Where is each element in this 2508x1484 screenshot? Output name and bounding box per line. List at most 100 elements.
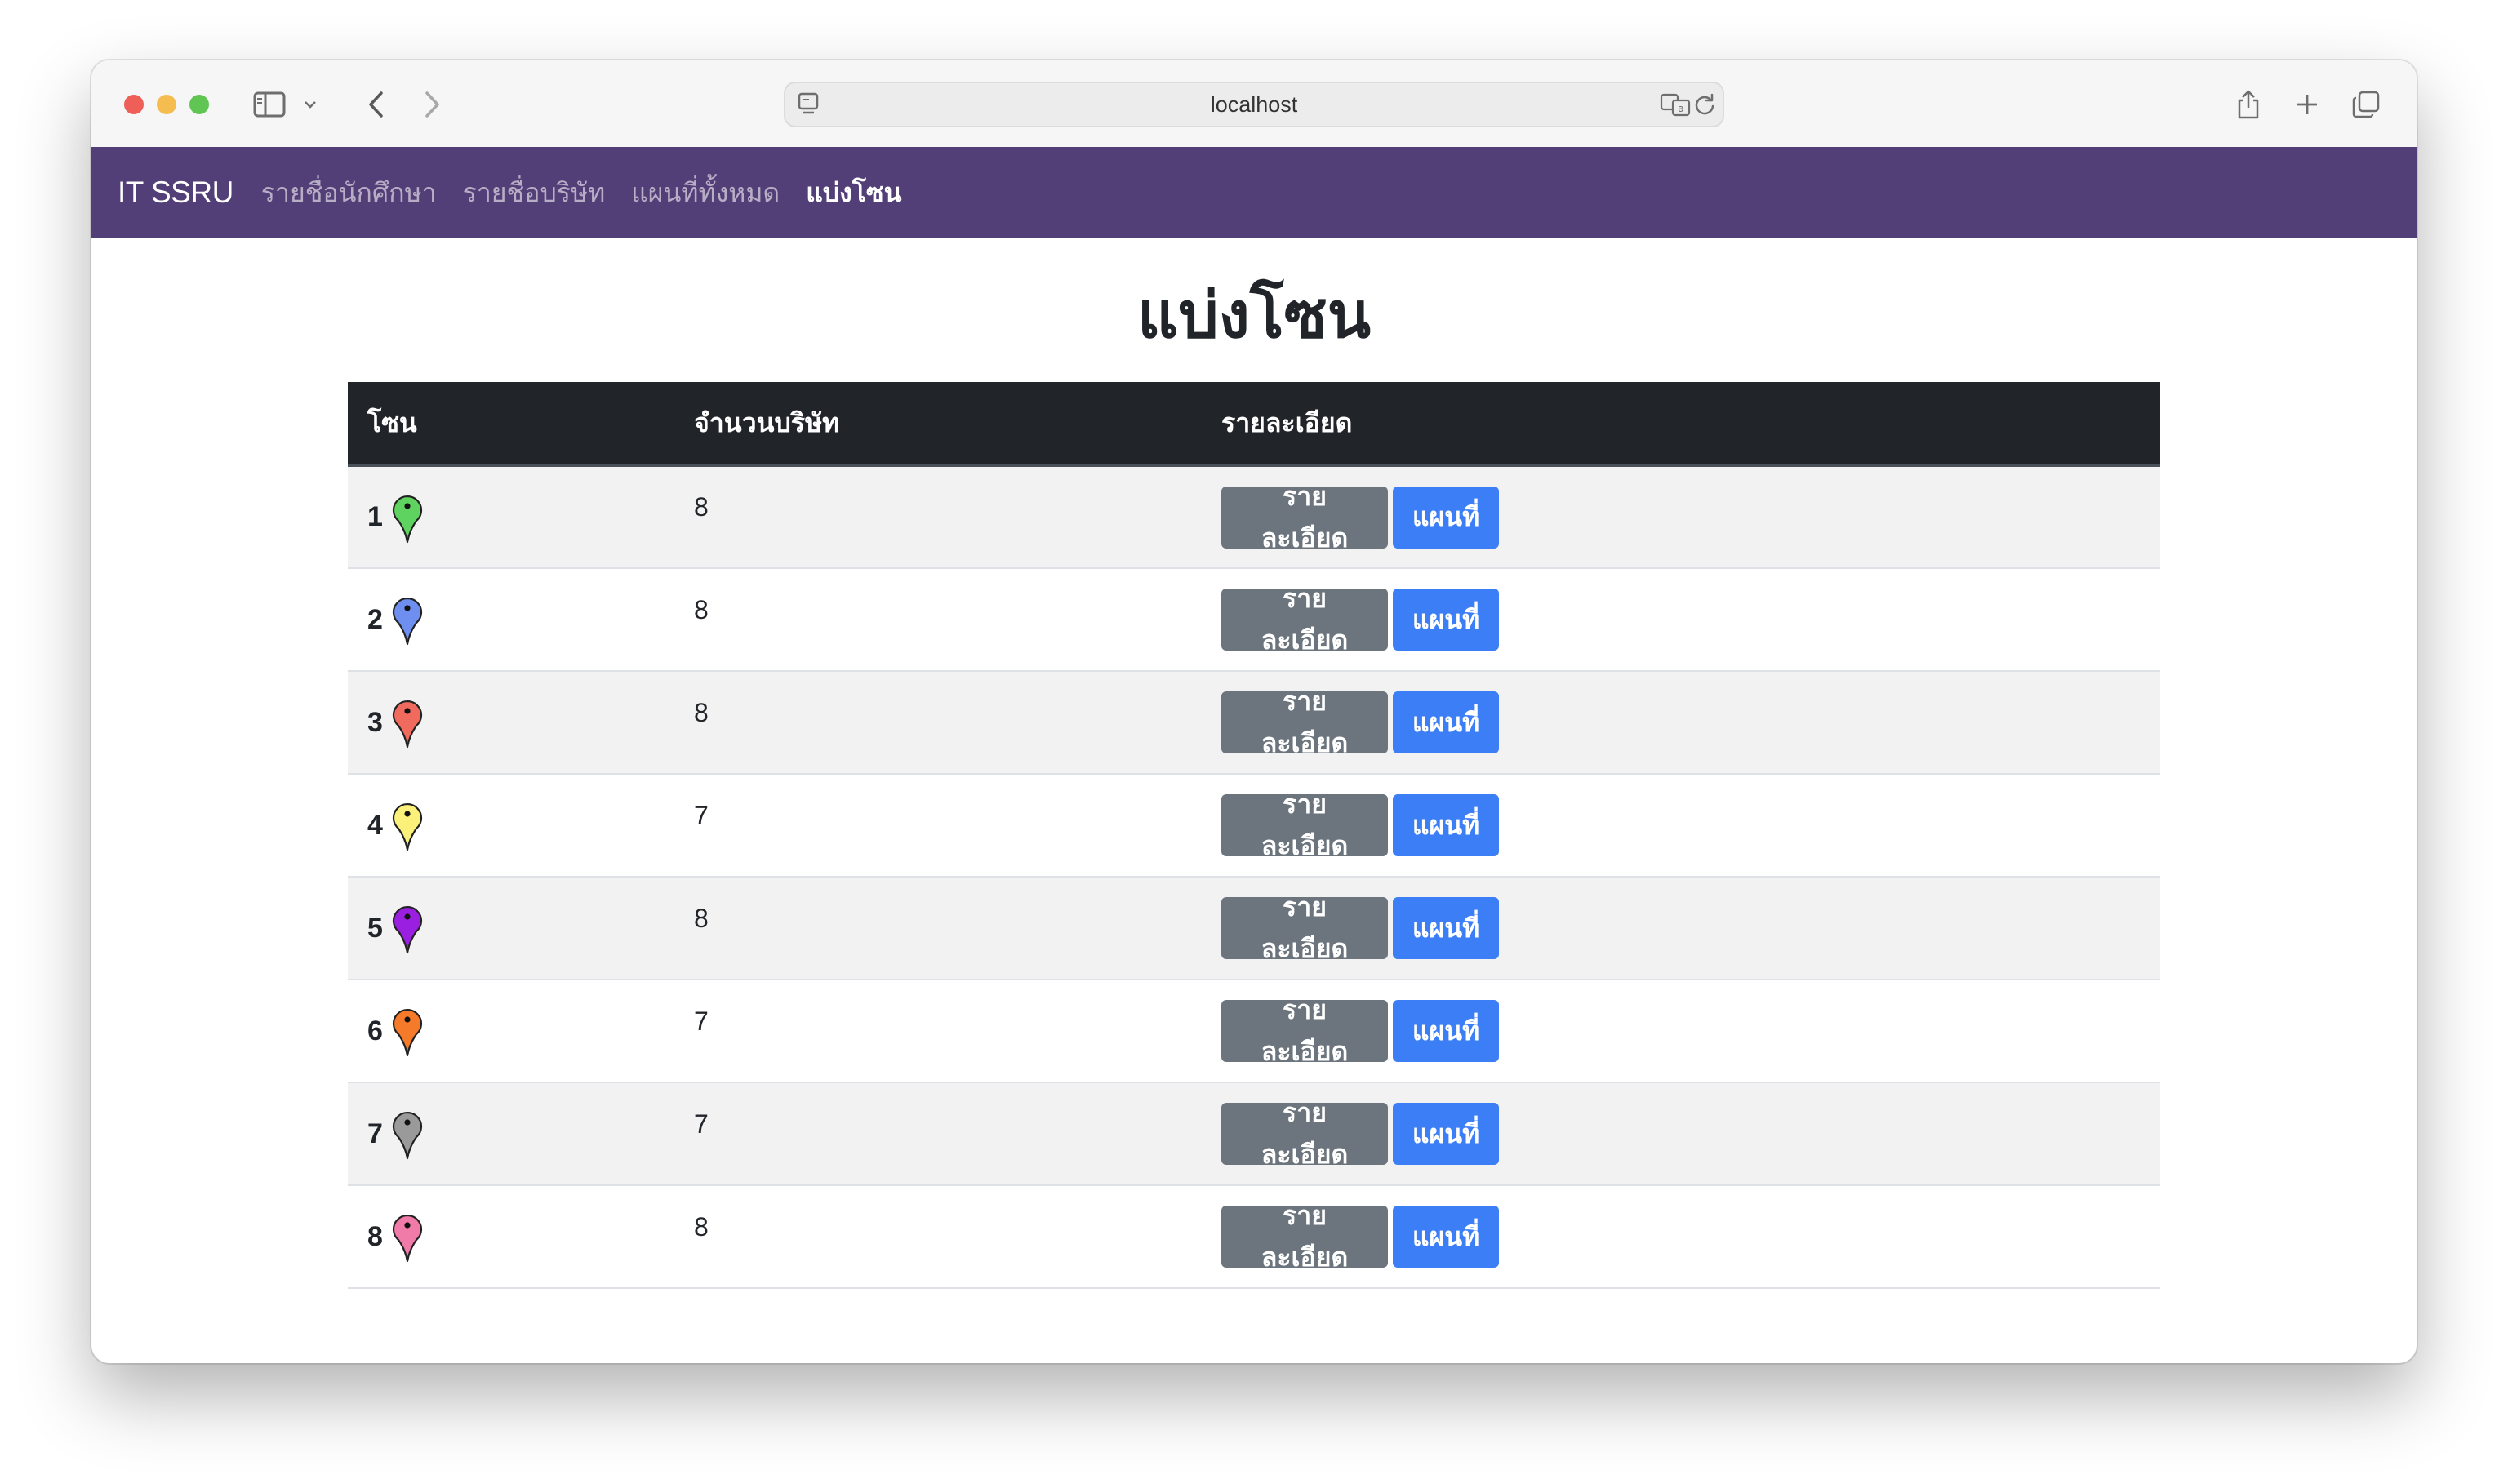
zone-number: 2 — [367, 603, 383, 635]
browser-window: localhost a IT SSRU รายชื่อนักศึกษา รายช… — [91, 60, 2417, 1363]
map-button[interactable]: แผนที่ — [1393, 589, 1499, 651]
map-pin-icon — [392, 803, 422, 851]
zone-number: 4 — [367, 809, 383, 841]
actions-cell: รายละเอียดแผนที่ — [1202, 1185, 2160, 1289]
details-button[interactable]: รายละเอียด — [1221, 789, 1388, 860]
nav-link-companies[interactable]: รายชื่อบริษัท — [463, 172, 606, 214]
map-pin-icon — [392, 495, 422, 543]
nav-link-all-maps[interactable]: แผนที่ทั้งหมด — [631, 172, 780, 214]
new-tab-icon[interactable] — [2286, 83, 2328, 126]
zone-cell: 2 — [348, 568, 674, 672]
map-button[interactable]: แผนที่ — [1393, 1000, 1499, 1062]
browser-toolbar: localhost a — [91, 60, 2417, 149]
actions-cell: รายละเอียดแผนที่ — [1202, 1082, 2160, 1186]
map-button[interactable]: แผนที่ — [1393, 1206, 1499, 1268]
zone-label-wrap: 4 — [367, 798, 655, 852]
address-bar[interactable]: localhost a — [784, 82, 1724, 127]
map-pin-icon — [392, 906, 422, 954]
company-count: 7 — [694, 1006, 709, 1036]
map-button[interactable]: แผนที่ — [1393, 1103, 1499, 1165]
zone-cell: 4 — [348, 774, 674, 878]
map-pin-icon — [392, 1215, 422, 1263]
zone-label-wrap: 8 — [367, 1210, 655, 1264]
table-row: 8 8 รายละเอียดแผนที่ — [348, 1185, 2160, 1289]
company-count: 8 — [694, 492, 709, 522]
zone-label-wrap: 5 — [367, 901, 655, 955]
company-count-cell: 8 — [674, 877, 1202, 980]
zone-cell: 7 — [348, 1082, 674, 1186]
header-details: รายละเอียด — [1202, 382, 2160, 467]
table-row: 1 8 รายละเอียดแผนที่ — [348, 465, 2160, 569]
table-row: 7 7 รายละเอียดแผนที่ — [348, 1082, 2160, 1186]
zone-number: 3 — [367, 706, 383, 738]
forward-icon[interactable] — [411, 83, 454, 126]
details-button[interactable]: รายละเอียด — [1221, 892, 1388, 963]
zone-table: โซน จำนวนบริษัท รายละเอียด 1 8 รายละเอียดแ… — [348, 382, 2160, 1289]
actions-cell: รายละเอียดแผนที่ — [1202, 465, 2160, 569]
actions-cell: รายละเอียดแผนที่ — [1202, 774, 2160, 878]
table-row: 6 7 รายละเอียดแผนที่ — [348, 980, 2160, 1083]
map-button[interactable]: แผนที่ — [1393, 691, 1499, 753]
company-count: 8 — [694, 1211, 709, 1242]
map-button[interactable]: แผนที่ — [1393, 486, 1499, 549]
zone-label-wrap: 6 — [367, 1004, 655, 1058]
zone-cell: 5 — [348, 877, 674, 980]
url-text: localhost — [1210, 91, 1298, 117]
zone-number: 7 — [367, 1117, 383, 1149]
tabs-icon[interactable] — [2345, 83, 2387, 126]
map-button[interactable]: แผนที่ — [1393, 794, 1499, 856]
details-button[interactable]: รายละเอียด — [1221, 482, 1388, 553]
zone-number: 8 — [367, 1220, 383, 1252]
details-button[interactable]: รายละเอียด — [1221, 686, 1388, 758]
company-count: 7 — [694, 1109, 709, 1139]
company-count-cell: 8 — [674, 568, 1202, 672]
header-zone: โซน — [348, 382, 674, 467]
zoom-window-button[interactable] — [189, 95, 209, 114]
map-pin-icon — [392, 700, 422, 749]
actions-cell: รายละเอียดแผนที่ — [1202, 877, 2160, 980]
zone-label-wrap: 1 — [367, 491, 655, 544]
map-pin-icon — [392, 1112, 422, 1160]
details-button[interactable]: รายละเอียด — [1221, 995, 1388, 1066]
back-icon[interactable] — [354, 83, 397, 126]
zone-cell: 3 — [348, 671, 674, 775]
map-pin-icon — [392, 598, 422, 646]
zone-label-wrap: 7 — [367, 1107, 655, 1161]
sidebar-icon[interactable] — [248, 83, 291, 126]
map-pin-icon — [392, 1009, 422, 1057]
company-count-cell: 7 — [674, 774, 1202, 878]
details-button[interactable]: รายละเอียด — [1221, 1098, 1388, 1169]
table-row: 3 8 รายละเอียดแผนที่ — [348, 671, 2160, 775]
table-row: 4 7 รายละเอียดแผนที่ — [348, 774, 2160, 878]
company-count: 8 — [694, 697, 709, 727]
main-navbar: IT SSRU รายชื่อนักศึกษา รายชื่อบริษัท แผ… — [91, 147, 2417, 238]
zone-number: 1 — [367, 501, 383, 532]
page-title: แบ่งโซน — [1136, 279, 1372, 351]
details-button[interactable]: รายละเอียด — [1221, 1201, 1388, 1272]
reload-icon[interactable] — [1688, 85, 1721, 124]
zone-cell: 6 — [348, 980, 674, 1083]
zone-number: 6 — [367, 1015, 383, 1046]
map-button[interactable]: แผนที่ — [1393, 897, 1499, 959]
company-count-cell: 8 — [674, 465, 1202, 569]
company-count: 7 — [694, 800, 709, 830]
svg-text:a: a — [1678, 103, 1683, 114]
zone-number: 5 — [367, 912, 383, 944]
navbar-brand[interactable]: IT SSRU — [118, 176, 233, 210]
nav-link-students[interactable]: รายชื่อนักศึกษา — [261, 172, 437, 214]
table-row: 2 8 รายละเอียดแผนที่ — [348, 568, 2160, 672]
zone-label-wrap: 3 — [367, 695, 655, 749]
zone-cell: 1 — [348, 465, 674, 569]
share-icon[interactable] — [2227, 83, 2270, 126]
header-company-count: จำนวนบริษัท — [674, 382, 1202, 467]
zone-label-wrap: 2 — [367, 593, 655, 646]
minimize-window-button[interactable] — [157, 95, 176, 114]
nav-link-zones[interactable]: แบ่งโซน — [806, 172, 901, 214]
table-row: 5 8 รายละเอียดแผนที่ — [348, 877, 2160, 980]
close-window-button[interactable] — [124, 95, 144, 114]
chevron-down-icon[interactable] — [296, 83, 325, 126]
table-header-row: โซน จำนวนบริษัท รายละเอียด — [348, 382, 2160, 467]
details-button[interactable]: รายละเอียด — [1221, 584, 1388, 655]
company-count-cell: 8 — [674, 1185, 1202, 1289]
actions-cell: รายละเอียดแผนที่ — [1202, 568, 2160, 672]
